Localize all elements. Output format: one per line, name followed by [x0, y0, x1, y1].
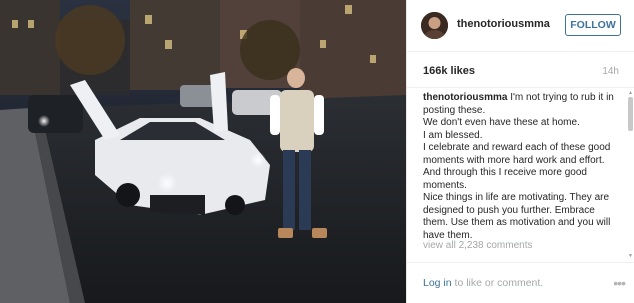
comments-scrollbar[interactable]: ▲ ▼ [628, 91, 633, 259]
likes-count[interactable]: 166k likes [423, 65, 475, 77]
caption-text: I'm not trying to rub it in posting thes… [423, 92, 614, 241]
post-stats: 166k likes 14h [407, 52, 634, 88]
avatar[interactable] [421, 12, 448, 39]
post-photo[interactable] [0, 0, 406, 303]
scroll-up-icon[interactable]: ▲ [628, 91, 633, 96]
ellipsis-icon[interactable]: ••• [613, 275, 626, 291]
scroll-thumb[interactable] [628, 97, 633, 131]
photo-scene [0, 0, 406, 303]
login-suffix: to like or comment. [451, 277, 544, 289]
caption-username[interactable]: thenotoriousmma [423, 92, 507, 103]
view-all-comments-link[interactable]: view all 2,238 comments [423, 240, 533, 251]
caption: thenotoriousmma I'm not trying to rub it… [423, 92, 621, 242]
post-header: thenotoriousmma FOLLOW [407, 0, 634, 52]
post-footer: Log in to like or comment. ••• [407, 262, 634, 303]
post-sidebar: thenotoriousmma FOLLOW 166k likes 14h th… [406, 0, 634, 303]
username-link[interactable]: thenotoriousmma [457, 18, 550, 30]
follow-button[interactable]: FOLLOW [565, 14, 621, 36]
post-time[interactable]: 14h [602, 66, 619, 77]
login-link[interactable]: Log in [423, 277, 452, 289]
scroll-down-icon[interactable]: ▼ [628, 254, 633, 259]
avatar-image [421, 12, 448, 39]
comments-area: thenotoriousmma I'm not trying to rub it… [407, 89, 634, 261]
login-prompt: Log in to like or comment. [423, 277, 543, 289]
